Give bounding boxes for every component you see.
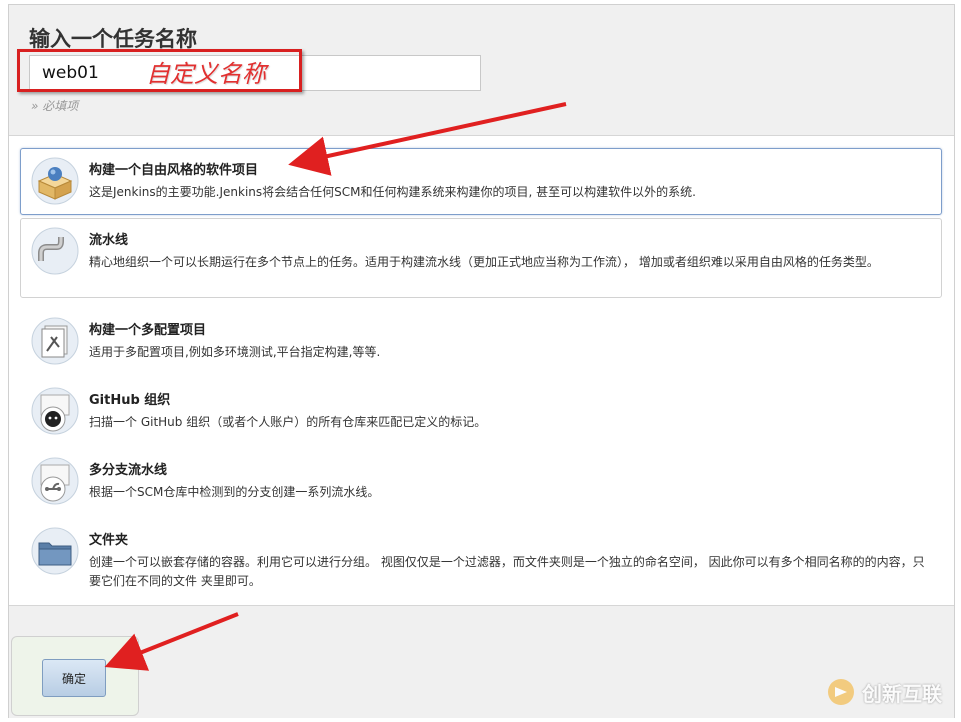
item-pipeline[interactable]: 流水线 精心地组织一个可以长期运行在多个节点上的任务。适用于构建流水线（更加正式… bbox=[20, 218, 942, 298]
item-description: 扫描一个 GitHub 组织（或者个人账户）的所有仓库来匹配已定义的标记。 bbox=[89, 415, 487, 429]
item-title: 多分支流水线 bbox=[89, 463, 168, 478]
item-freestyle[interactable]: 构建一个自由风格的软件项目 这是Jenkins的主要功能.Jenkins将会结合… bbox=[20, 148, 942, 215]
item-title: 构建一个多配置项目 bbox=[89, 323, 207, 338]
watermark-logo-icon bbox=[828, 679, 854, 705]
item-description: 这是Jenkins的主要功能.Jenkins将会结合任何SCM和任何构建系统来构… bbox=[89, 185, 696, 199]
item-description: 根据一个SCM仓库中检测到的分支创建一系列流水线。 bbox=[89, 485, 380, 499]
item-description: 精心地组织一个可以长期运行在多个节点上的任务。适用于构建流水线（更加正式地应当称… bbox=[89, 255, 879, 269]
watermark-text: 创新互联 bbox=[862, 681, 942, 706]
multi-config-icon bbox=[31, 317, 79, 365]
footer-section: 确定 bbox=[9, 605, 954, 718]
item-title: GitHub 组织 bbox=[89, 393, 171, 408]
item-github-org[interactable]: GitHub 组织 扫描一个 GitHub 组织（或者个人账户）的所有仓库来匹配… bbox=[20, 378, 942, 438]
freestyle-box-icon bbox=[31, 157, 79, 205]
item-description: 创建一个可以嵌套存储的容器。利用它可以进行分组。 视图仅仅是一个过滤器，而文件夹… bbox=[89, 555, 925, 588]
item-title: 文件夹 bbox=[89, 533, 129, 548]
ok-button[interactable]: 确定 bbox=[42, 659, 106, 697]
item-multi-config[interactable]: 构建一个多配置项目 适用于多配置项目,例如多环境测试,平台指定构建,等等. bbox=[20, 308, 942, 368]
item-folder[interactable]: 文件夹 创建一个可以嵌套存储的容器。利用它可以进行分组。 视图仅仅是一个过滤器，… bbox=[20, 518, 942, 598]
required-note: » 必填项 bbox=[31, 99, 79, 113]
branch-icon bbox=[31, 457, 79, 505]
annotation-label: 自定义名称 bbox=[146, 60, 266, 88]
item-description: 适用于多配置项目,例如多环境测试,平台指定构建,等等. bbox=[89, 345, 381, 359]
folder-icon bbox=[31, 527, 79, 575]
github-octocat-icon bbox=[31, 387, 79, 435]
item-multibranch[interactable]: 多分支流水线 根据一个SCM仓库中检测到的分支创建一系列流水线。 bbox=[20, 448, 942, 508]
item-title: 流水线 bbox=[89, 233, 129, 248]
ok-button-container: 确定 bbox=[11, 636, 139, 716]
pipeline-icon bbox=[31, 227, 79, 275]
item-title: 构建一个自由风格的软件项目 bbox=[89, 163, 259, 178]
new-item-panel: 输入一个任务名称 » 必填项 构建一个自由风格的软件项目 这是Jenkins的主… bbox=[8, 4, 955, 718]
watermark: 创新互联 bbox=[826, 676, 942, 708]
